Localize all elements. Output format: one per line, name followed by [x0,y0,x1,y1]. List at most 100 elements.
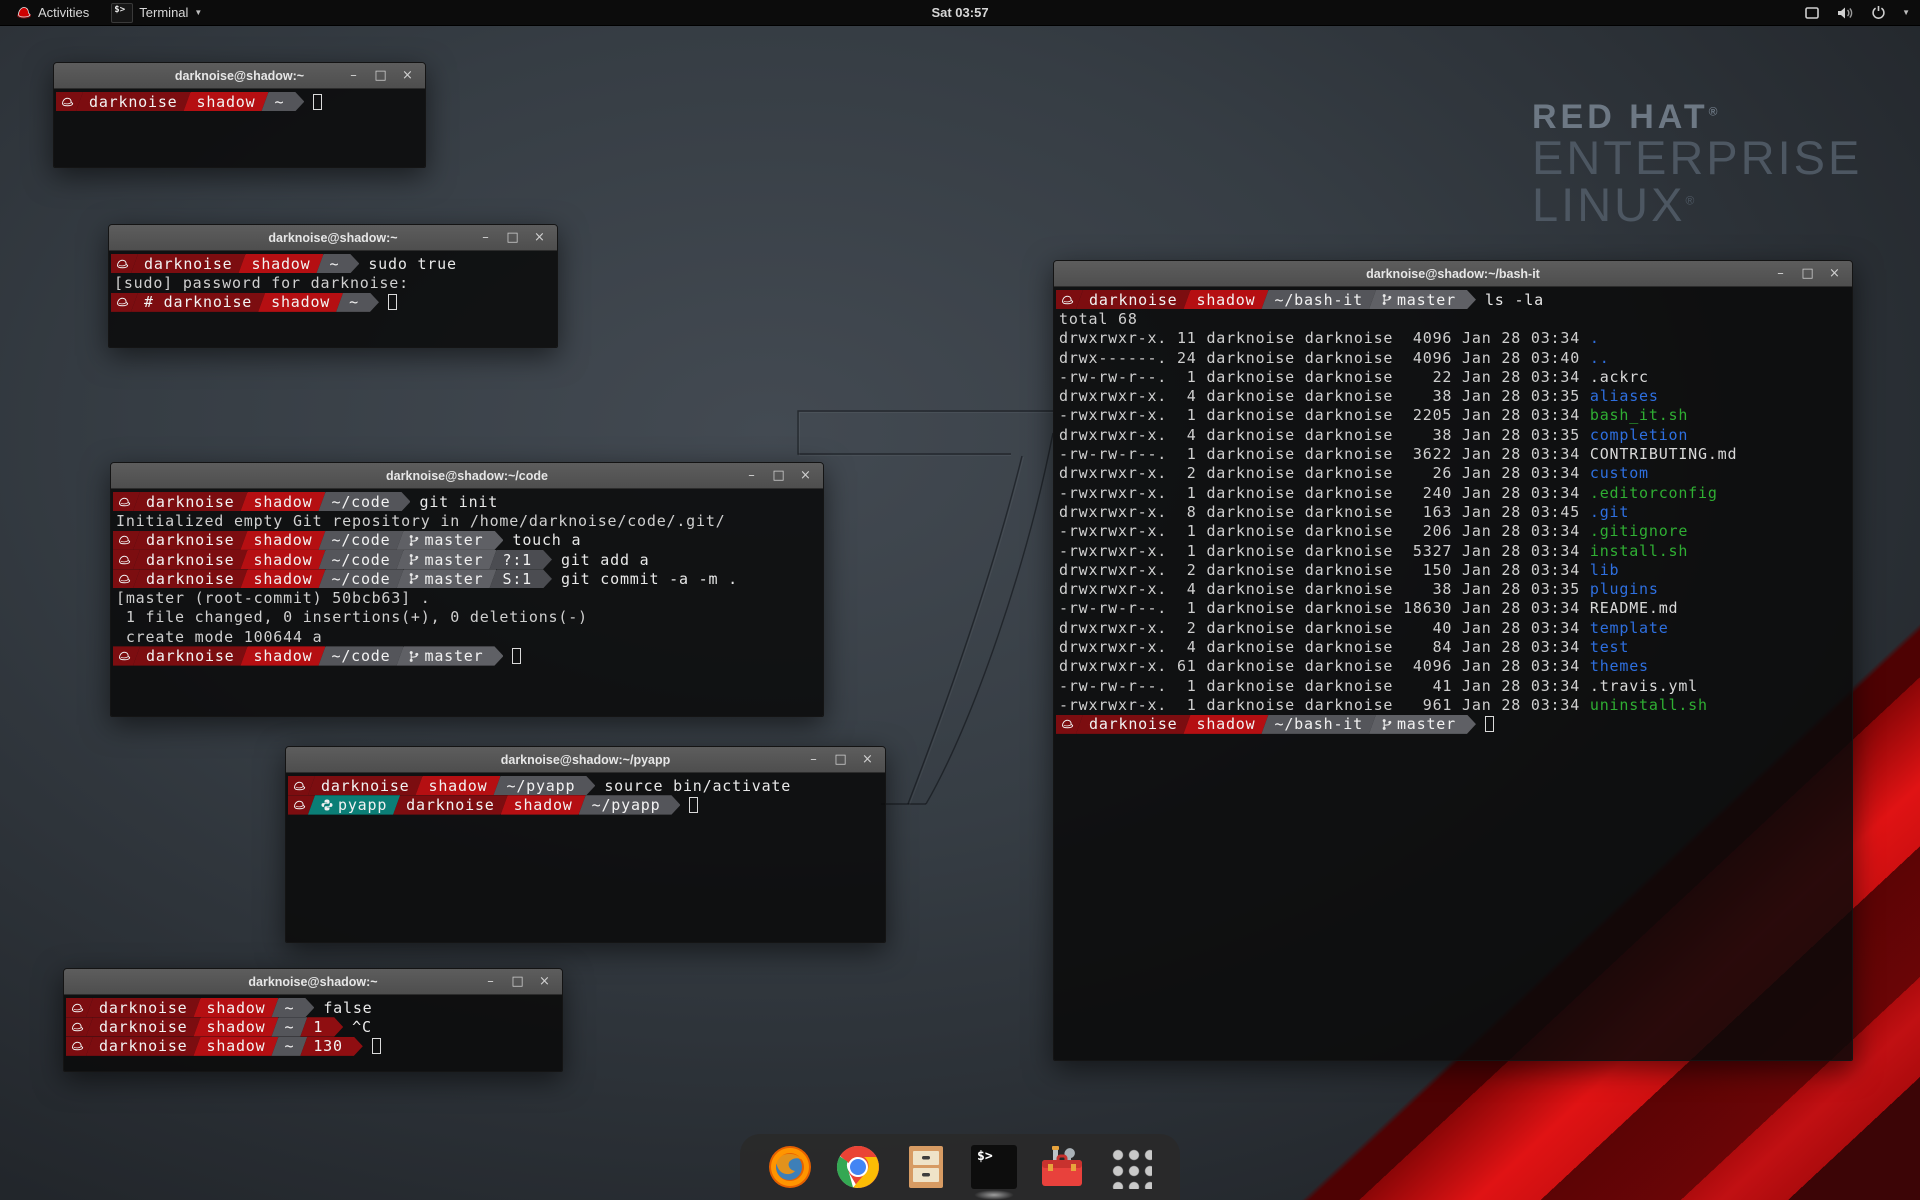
terminal-output-line: [sudo] password for darknoise: [111,273,555,292]
terminal-cursor [512,648,521,664]
close-button[interactable]: × [859,751,876,768]
terminal-content[interactable]: darknoiseshadow~falsedarknoiseshadow~1^C… [64,995,562,1071]
terminal-code-window: darknoise@shadow:~/code–□×darknoiseshado… [110,462,824,717]
maximize-button[interactable]: □ [372,67,389,84]
close-button[interactable]: × [1826,265,1843,282]
prompt-segment: darknoise [393,795,507,814]
command-text: touch a [512,531,581,549]
git-branch-icon [409,650,419,663]
maximize-button[interactable]: □ [504,229,521,246]
redhat-icon [118,535,131,545]
file-name: completion [1590,426,1688,444]
redhat-logo-icon [16,6,32,19]
titlebar[interactable]: darknoise@shadow:~/bash-it–□× [1054,261,1852,287]
ls-row: drwxrwxr-x. 61 darknoise darknoise 4096 … [1056,657,1850,676]
maximize-button[interactable]: □ [509,973,526,990]
redhat-icon [71,1022,84,1032]
prompt-segment: shadow [240,550,325,569]
dock-firefox-icon[interactable] [766,1143,814,1191]
terminal-cursor [1485,716,1494,732]
volume-icon[interactable] [1836,6,1855,20]
ls-row: -rwxrwxr-x. 1 darknoise darknoise 5327 J… [1056,541,1850,560]
minimize-button[interactable]: – [1772,265,1789,282]
redhat-icon [1061,719,1074,729]
minimize-button[interactable]: – [805,751,822,768]
terminal-cursor [388,294,397,310]
dock-toolbox-icon[interactable] [1038,1143,1086,1191]
git-branch-icon [1382,718,1392,731]
activities-button[interactable]: Activities [8,0,97,26]
prompt-segment: ~ [271,998,314,1017]
prompt-segment: shadow [183,92,268,111]
command-text: git commit -a -m . [561,570,738,588]
file-name: README.md [1590,599,1678,617]
terminal-content[interactable]: darknoiseshadow~/pyappsource bin/activat… [286,773,885,942]
terminal-output-line: Initialized empty Git repository in /hom… [113,511,821,530]
prompt-segment: master [396,531,503,550]
ls-row: drwxrwxr-x. 2 darknoise darknoise 26 Jan… [1056,464,1850,483]
running-indicator [974,1190,1014,1200]
dock-app-grid-icon[interactable] [1106,1143,1154,1191]
minimize-button[interactable]: – [482,973,499,990]
ls-row: -rw-rw-r--. 1 darknoise darknoise 18630 … [1056,599,1850,618]
desktop[interactable]: RED HAT® ENTERPRISE LINUX® darknoise@sha… [0,0,1920,1200]
close-button[interactable]: × [531,229,548,246]
dock-terminal-icon[interactable]: $> [970,1143,1018,1191]
ls-row: drwxrwxr-x. 2 darknoise darknoise 40 Jan… [1056,618,1850,637]
terminal-content[interactable]: darknoiseshadow~/bash-itmasterls -latota… [1054,287,1852,1060]
maximize-button[interactable]: □ [770,467,787,484]
terminal-glyph: $> [971,1145,1017,1189]
minimize-button[interactable]: – [345,67,362,84]
redhat-icon [293,781,306,791]
minimize-button[interactable]: – [743,467,760,484]
command-text: git add a [561,551,649,569]
prompt-segment: darknoise [131,254,245,273]
prompt-segment: ~/pyapp [493,776,595,795]
clock-area: Sat 03:57 [0,5,1920,20]
chevron-down-icon[interactable]: ▼ [1902,8,1910,17]
close-button[interactable]: × [536,973,553,990]
terminal-content[interactable]: darknoiseshadow~/codegit initInitialized… [111,489,823,716]
titlebar[interactable]: darknoise@shadow:~/code–□× [111,463,823,489]
prompt-segment: ~ [316,254,359,273]
prompt-segment: ~/code [318,492,410,511]
terminal-content[interactable]: darknoiseshadow~sudo true[sudo] password… [109,251,557,347]
power-icon[interactable] [1871,5,1886,20]
git-branch-icon [409,572,419,585]
close-button[interactable]: × [797,467,814,484]
terminal-exitcodes-window: darknoise@shadow:~–□×darknoiseshadow~fal… [63,968,563,1072]
titlebar[interactable]: darknoise@shadow:~–□× [54,63,425,89]
terminal-bashit-window: darknoise@shadow:~/bash-it–□×darknoisesh… [1053,260,1853,1061]
prompt-line: darknoiseshadow~/codemaster [113,646,821,665]
titlebar[interactable]: darknoise@shadow:~–□× [64,969,562,995]
window-title: darknoise@shadow:~/pyapp [286,753,885,767]
prompt-segment: # darknoise [131,293,265,312]
maximize-button[interactable]: □ [1799,265,1816,282]
prompt-segment: ?:1 [489,550,552,569]
prompt-segment: shadow [193,998,278,1017]
ls-row: -rw-rw-r--. 1 darknoise darknoise 22 Jan… [1056,367,1850,386]
prompt-segment: ~/pyapp [579,795,681,814]
prompt-segment: master [396,569,496,588]
prompt-segment: ~/code [318,550,403,569]
maximize-button[interactable]: □ [832,751,849,768]
screen-icon[interactable] [1804,6,1820,20]
prompt-segment: shadow [193,1037,278,1056]
command-text: ls -la [1485,291,1544,309]
redhat-icon [116,259,129,269]
dock-chrome-icon[interactable] [834,1143,882,1191]
dock-files-icon[interactable] [902,1143,950,1191]
prompt-segment: master [1369,290,1476,309]
prompt-segment: ~ [261,92,304,111]
titlebar[interactable]: darknoise@shadow:~–□× [109,225,557,251]
prompt-line: darknoiseshadow~false [66,998,560,1017]
prompt-segment: darknoise [308,776,422,795]
minimize-button[interactable]: – [477,229,494,246]
file-name: CONTRIBUTING.md [1590,445,1737,463]
ls-row: -rwxrwxr-x. 1 darknoise darknoise 240 Ja… [1056,483,1850,502]
focused-app-menu[interactable]: $> Terminal ▼ [103,0,210,26]
close-button[interactable]: × [399,67,416,84]
titlebar[interactable]: darknoise@shadow:~/pyapp–□ × [286,747,885,773]
terminal-content[interactable]: darknoiseshadow~ [54,89,425,167]
clock[interactable]: Sat 03:57 [931,5,988,20]
